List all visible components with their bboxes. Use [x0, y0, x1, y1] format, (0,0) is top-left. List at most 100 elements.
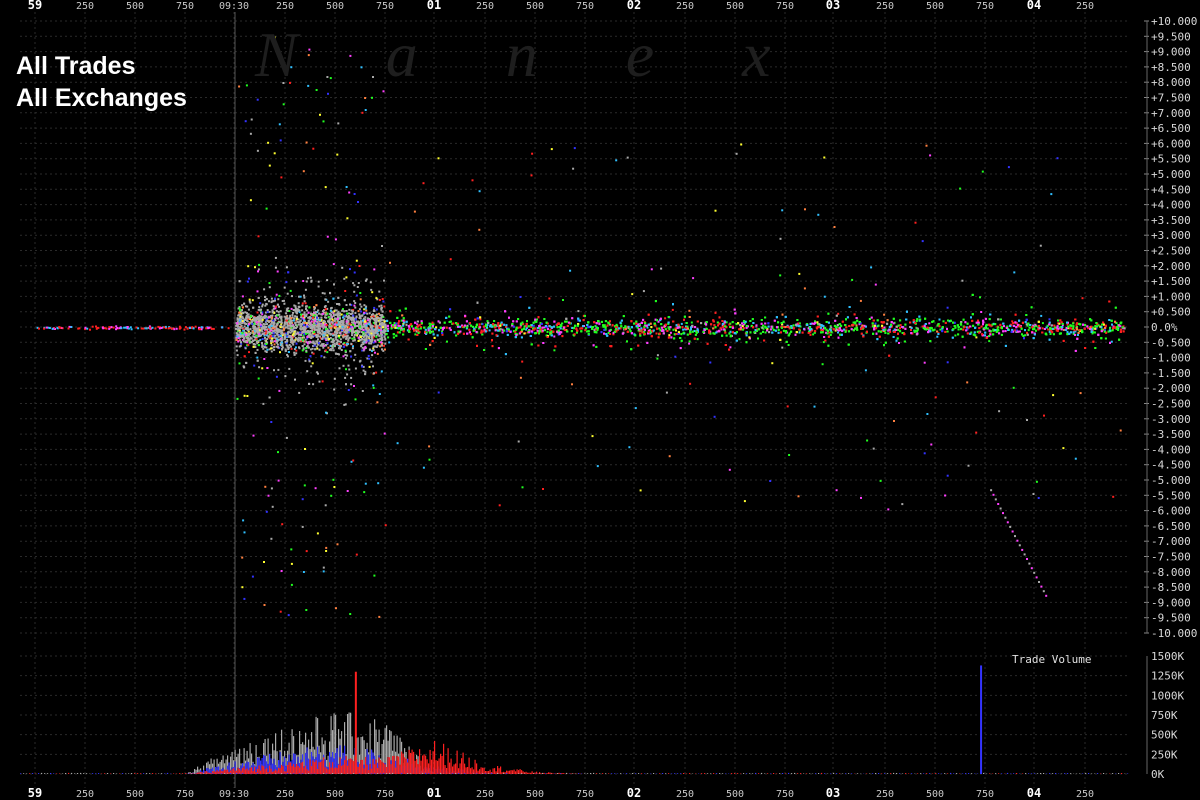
- trade-point: [306, 335, 309, 338]
- y-tick-label: +0.500: [1151, 306, 1191, 319]
- trade-point: [264, 295, 267, 298]
- trade-point: [339, 317, 341, 320]
- trade-point: [257, 324, 260, 327]
- trade-point: [359, 322, 362, 325]
- trade-point: [246, 327, 249, 330]
- trade-point: [305, 550, 308, 553]
- trade-point: [235, 349, 238, 352]
- trade-point: [279, 610, 282, 613]
- trade-point: [334, 331, 336, 334]
- trade-point: [330, 345, 333, 348]
- y-tick-label: -5.000: [1151, 474, 1191, 487]
- trade-point: [253, 364, 256, 367]
- trade-point: [250, 118, 253, 121]
- trade-point: [260, 311, 262, 314]
- trade-point: [349, 268, 351, 271]
- trade-point: [360, 328, 363, 331]
- trade-point: [244, 322, 247, 325]
- trade-point: [249, 328, 252, 331]
- trade-point: [332, 297, 335, 300]
- trade-point: [272, 332, 275, 335]
- trade-point: [304, 359, 307, 362]
- trade-point: [368, 320, 371, 323]
- trade-point: [350, 313, 352, 315]
- trade-point: [336, 341, 338, 344]
- trade-point: [246, 334, 249, 337]
- trade-point: [263, 358, 266, 360]
- trade-point: [364, 109, 367, 111]
- y-tick-label: -10.000: [1151, 627, 1197, 640]
- trade-point: [323, 292, 326, 295]
- trade-point: [317, 372, 319, 375]
- trade-point: [123, 326, 126, 329]
- trade-point: [318, 324, 321, 327]
- trade-point: [350, 355, 353, 358]
- trade-point: [248, 277, 250, 280]
- trade-point: [124, 326, 127, 329]
- trade-point: [290, 562, 293, 565]
- trade-point: [236, 324, 238, 327]
- trade-point: [369, 318, 372, 321]
- trade-point: [303, 326, 306, 329]
- y-tick-label: -7.500: [1151, 551, 1191, 564]
- trade-point: [262, 402, 265, 405]
- trade-point: [256, 331, 259, 334]
- trade-point: [129, 326, 132, 329]
- trade-point: [261, 333, 264, 335]
- trade-point: [241, 315, 244, 318]
- trade-point: [346, 490, 349, 492]
- trade-point: [241, 332, 244, 335]
- y-tick-label: -8.000: [1151, 566, 1191, 579]
- trade-point: [247, 339, 250, 342]
- trade-point: [346, 315, 349, 318]
- trade-point: [376, 333, 379, 336]
- trade-point: [336, 153, 339, 156]
- trade-point: [322, 334, 325, 337]
- trade-point: [378, 329, 381, 332]
- trade-point: [294, 378, 296, 381]
- trade-point: [371, 354, 374, 357]
- trade-point: [837, 312, 840, 315]
- trade-point: [344, 290, 347, 292]
- x-tick-label-bottom: 09:30: [219, 789, 249, 800]
- trade-point: [892, 322, 895, 325]
- trade-point: [324, 308, 327, 311]
- trade-point: [345, 324, 347, 327]
- trade-point: [78, 327, 81, 330]
- trade-point: [265, 207, 268, 210]
- trade-point: [315, 345, 318, 348]
- trade-point: [137, 327, 140, 330]
- trade-point: [252, 434, 255, 437]
- trade-point: [361, 314, 364, 317]
- trade-point: [275, 375, 278, 378]
- trade-point: [376, 352, 379, 355]
- y-tick-label: +5.500: [1151, 153, 1191, 166]
- trade-point: [368, 312, 371, 315]
- trade-point: [268, 300, 270, 303]
- trade-point: [208, 326, 211, 329]
- trade-point: [322, 331, 325, 334]
- trade-point: [309, 355, 312, 358]
- trade-point: [381, 344, 383, 347]
- trade-point: [299, 325, 302, 328]
- trade-point: [345, 186, 348, 188]
- trade-point: [252, 325, 255, 328]
- y-tick-label: +5.000: [1151, 168, 1191, 181]
- trade-point: [250, 315, 252, 318]
- trade-point: [338, 367, 341, 370]
- trade-point: [324, 305, 327, 308]
- trade-point: [367, 354, 370, 357]
- trade-point: [330, 306, 333, 309]
- x-tick-label-bottom: 59: [28, 786, 42, 800]
- trade-point: [360, 310, 363, 313]
- trade-point: [253, 319, 256, 322]
- trade-point: [194, 325, 197, 328]
- trade-point: [324, 323, 326, 326]
- y-tick-label: -5.500: [1151, 489, 1191, 502]
- trade-point: [261, 367, 264, 370]
- trade-point: [354, 302, 357, 304]
- trade-point: [353, 385, 355, 387]
- trade-point: [372, 365, 374, 368]
- trade-point: [308, 316, 311, 319]
- trade-point: [243, 366, 246, 369]
